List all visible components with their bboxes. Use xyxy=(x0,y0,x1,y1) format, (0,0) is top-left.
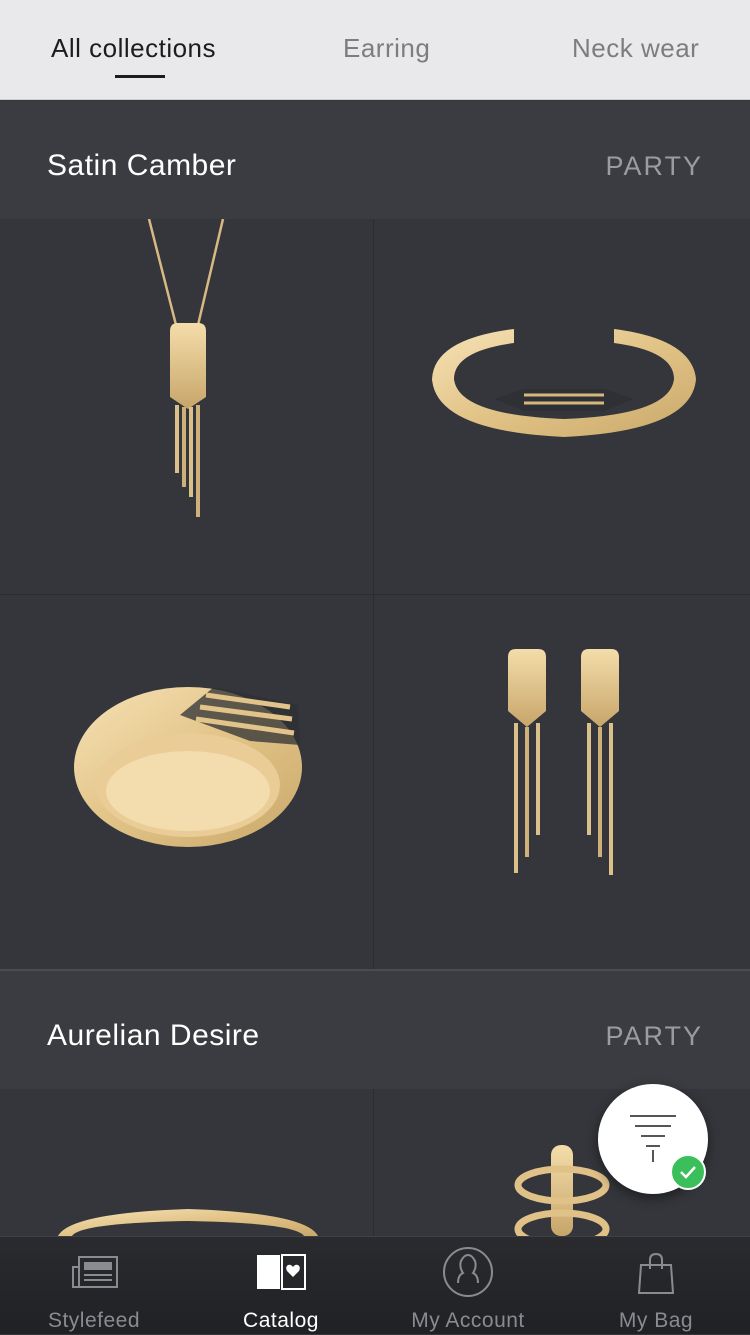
bangle-image xyxy=(58,1209,318,1236)
catalog-book-icon xyxy=(257,1254,306,1290)
product-cuff-bangle[interactable] xyxy=(374,219,750,594)
product-band-ring[interactable] xyxy=(0,595,373,970)
newspaper-icon xyxy=(72,1256,118,1288)
tab-neck-wear[interactable]: Neck wear xyxy=(572,33,699,64)
active-tab-indicator xyxy=(115,75,165,78)
collection-header-satin-camber[interactable]: Satin Camber PARTY xyxy=(0,101,750,219)
collection-header-aurelian-desire[interactable]: Aurelian Desire PARTY xyxy=(0,971,750,1089)
nav-catalog[interactable]: Catalog xyxy=(187,1237,375,1335)
nav-my-bag[interactable]: My Bag xyxy=(562,1237,750,1335)
tab-all-collections[interactable]: All collections xyxy=(51,33,216,64)
filter-applied-badge xyxy=(670,1154,706,1190)
collection-tabs: All collections Earring Neck wear xyxy=(0,0,750,100)
nav-my-account[interactable]: My Account xyxy=(374,1237,562,1335)
bangle-image xyxy=(432,329,696,437)
nav-label: Catalog xyxy=(243,1309,319,1332)
necklace-image xyxy=(147,218,225,517)
collection-tag: PARTY xyxy=(605,151,703,181)
product-bangle[interactable] xyxy=(0,1089,373,1236)
nav-label: My Account xyxy=(411,1309,525,1332)
shopping-bag-icon xyxy=(637,1252,675,1294)
tab-earring[interactable]: Earring xyxy=(343,33,430,64)
collection-title: Satin Camber xyxy=(47,149,237,182)
nav-stylefeed[interactable]: Stylefeed xyxy=(0,1237,188,1335)
check-icon xyxy=(680,1166,696,1179)
earrings-image xyxy=(508,649,619,875)
bottom-navigation: Stylefeed Catalog My Account My Bag xyxy=(0,1236,750,1334)
collection-tag: PARTY xyxy=(605,1021,703,1051)
product-necklace-pendant[interactable] xyxy=(0,218,373,594)
product-drop-earrings[interactable] xyxy=(374,595,750,970)
account-icon xyxy=(443,1247,493,1297)
ring-image xyxy=(74,687,302,847)
nav-label: Stylefeed xyxy=(47,1309,141,1332)
nav-label: My Bag xyxy=(618,1309,694,1332)
collection-title: Aurelian Desire xyxy=(47,1019,260,1052)
